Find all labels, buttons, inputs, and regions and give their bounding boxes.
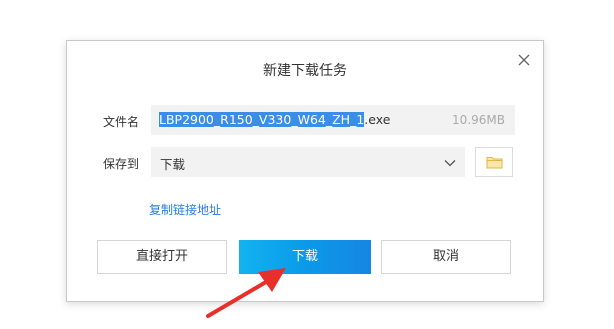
annotation-arrow (206, 268, 286, 318)
filename-selected-text[interactable]: LBP2900_R150_V330_W64_ZH_1 (159, 112, 365, 127)
filename-value[interactable]: LBP2900_R150_V330_W64_ZH_1.exe (159, 112, 390, 127)
filename-label: 文件名 (103, 115, 140, 129)
filename-field[interactable]: LBP2900_R150_V330_W64_ZH_1.exe 10.96MB (151, 105, 515, 135)
new-download-dialog: 新建下载任务 文件名 LBP2900_R150_V330_W64_ZH_1.ex… (66, 40, 544, 302)
save-location-select[interactable]: 下载 (151, 147, 465, 177)
save-to-label: 保存到 (103, 157, 140, 171)
chevron-down-icon[interactable] (443, 155, 457, 169)
close-icon[interactable] (517, 52, 531, 66)
copy-link-address[interactable]: 复制链接地址 (149, 201, 221, 218)
browse-folder-button[interactable] (475, 147, 513, 177)
filename-extension[interactable]: .exe (364, 112, 390, 127)
file-size: 10.96MB (452, 113, 505, 127)
folder-icon (486, 157, 503, 169)
save-location-value: 下载 (160, 157, 186, 172)
cancel-button[interactable]: 取消 (381, 240, 511, 274)
dialog-title: 新建下载任务 (263, 63, 347, 79)
